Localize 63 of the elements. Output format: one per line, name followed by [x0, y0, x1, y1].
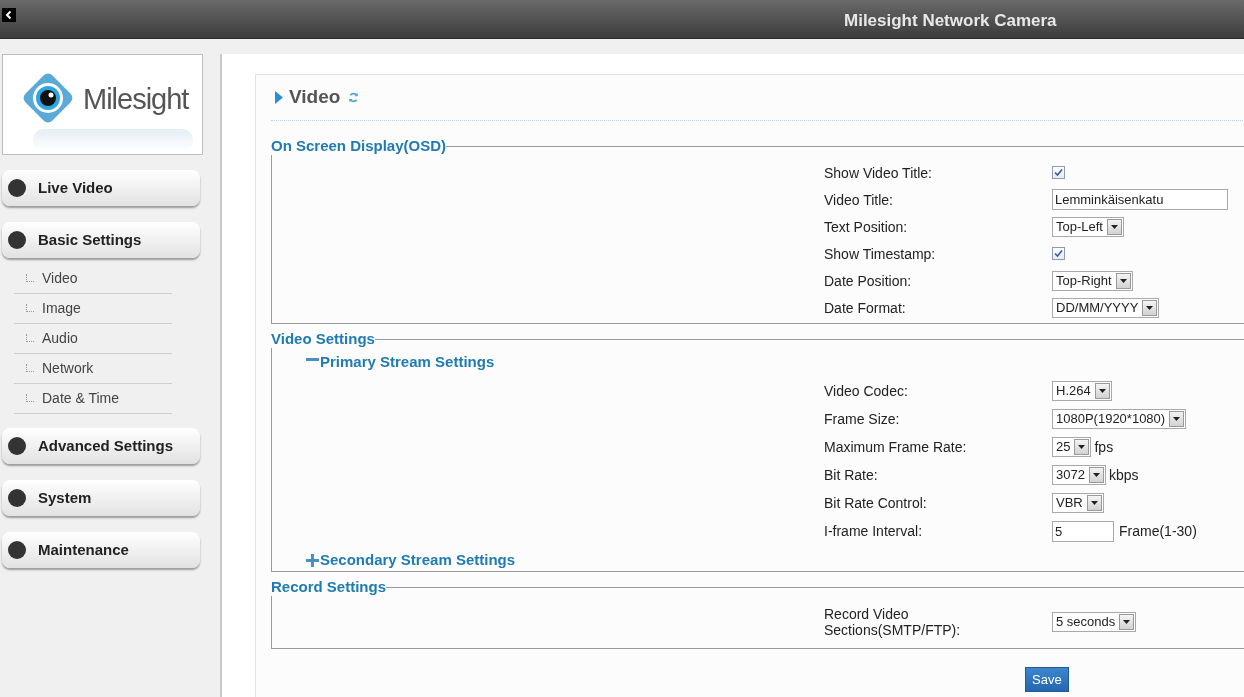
- field-label: Video Codec:: [824, 383, 909, 399]
- field-label: Show Video Title:: [824, 164, 933, 181]
- bullet-icon: [8, 541, 26, 559]
- field-label: Frame Size:: [824, 411, 901, 427]
- submenu-item[interactable]: Network: [14, 354, 172, 384]
- tree-line-icon: [26, 273, 34, 282]
- select-field[interactable]: DD/MM/YYYY: [1052, 297, 1160, 318]
- select-field[interactable]: H.264: [1052, 381, 1112, 401]
- tree-line-icon: [26, 333, 34, 342]
- text-field[interactable]: 5: [1052, 520, 1114, 542]
- chevron-left-icon: [4, 10, 14, 20]
- checkbox[interactable]: [1052, 166, 1065, 179]
- section-title: On Screen Display(OSD): [271, 137, 447, 155]
- section-title: Video Settings: [271, 330, 375, 348]
- field-label: Record Video Sections(SMTP/FTP):: [824, 606, 962, 638]
- bullet-icon: [8, 179, 26, 197]
- menu-button[interactable]: Basic Settings: [2, 222, 200, 258]
- field-label: Date Position:: [824, 272, 913, 289]
- field-label: Maximum Frame Rate:: [824, 439, 968, 455]
- bullet-icon: [8, 231, 26, 249]
- menu-button[interactable]: Advanced Settings: [2, 428, 200, 464]
- bullet-icon: [8, 489, 26, 507]
- select-field[interactable]: 25: [1052, 437, 1092, 457]
- bullet-icon: [8, 437, 26, 455]
- tree-line-icon: [26, 393, 34, 402]
- select-field[interactable]: Top-Right: [1052, 270, 1133, 291]
- tree-line-icon: [26, 363, 34, 372]
- select-field[interactable]: Top-Left: [1052, 216, 1124, 237]
- field-label: Show Timestamp:: [824, 245, 937, 262]
- menu-button[interactable]: Live Video: [2, 170, 200, 206]
- triangle-icon: [275, 91, 283, 104]
- field-label: Text Position:: [824, 218, 909, 235]
- field-label: I-frame Interval:: [824, 523, 924, 539]
- save-button[interactable]: Save: [1025, 667, 1069, 692]
- menu-button[interactable]: Maintenance: [2, 532, 200, 568]
- app-title: Milesight Network Camera: [844, 10, 1057, 32]
- unit-label: kbps: [1108, 465, 1139, 485]
- submenu-item[interactable]: Date & Time: [14, 384, 172, 414]
- select-field[interactable]: 5 seconds: [1052, 612, 1137, 632]
- submenu-item[interactable]: Video: [14, 264, 172, 294]
- unit-label: Frame(1-30): [1119, 521, 1197, 541]
- section-title: Record Settings: [271, 578, 387, 596]
- field-label: Bit Rate:: [824, 467, 879, 483]
- refresh-icon[interactable]: [348, 92, 360, 103]
- select-field[interactable]: VBR: [1052, 493, 1104, 513]
- field-label: Date Format:: [824, 299, 907, 316]
- select-field[interactable]: 1080P(1920*1080): [1052, 409, 1187, 429]
- submenu-item[interactable]: Audio: [14, 324, 172, 354]
- unit-label: fps: [1094, 437, 1114, 457]
- expand-icon[interactable]: [306, 553, 319, 567]
- field-label: Video Title:: [824, 191, 894, 208]
- text-field[interactable]: Lemminkäisenkatu: [1052, 189, 1228, 210]
- group-title[interactable]: Secondary Stream Settings: [320, 548, 516, 572]
- tree-line-icon: [26, 303, 34, 312]
- logo-text: Milesight: [83, 82, 189, 117]
- group-title[interactable]: Primary Stream Settings: [320, 350, 495, 374]
- field-label: Bit Rate Control:: [824, 495, 928, 511]
- page-title: Video: [289, 85, 341, 110]
- menu-button[interactable]: System: [2, 480, 200, 516]
- submenu-item[interactable]: Image: [14, 294, 172, 324]
- checkbox[interactable]: [1052, 247, 1065, 260]
- back-button[interactable]: [2, 8, 16, 22]
- select-field[interactable]: 3072: [1052, 465, 1106, 485]
